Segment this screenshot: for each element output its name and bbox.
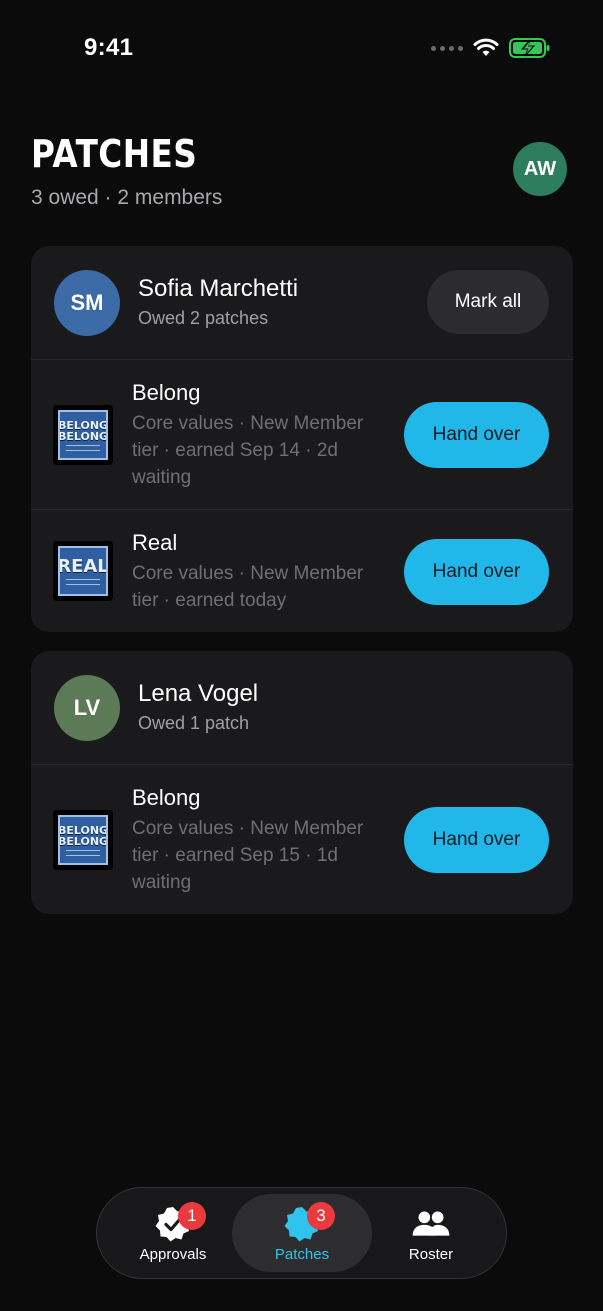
- status-bar: 9:41: [0, 0, 603, 100]
- user-avatar[interactable]: AW: [513, 142, 567, 196]
- patches-screen: 9:41 PATCHES 3 owed · 2 members AW SM So…: [0, 0, 603, 1311]
- patch-name: Belong: [132, 785, 201, 810]
- battery-charging-icon: [509, 38, 550, 58]
- hand-over-button[interactable]: Hand over: [404, 402, 549, 468]
- patch-thumb-text: BELONG: [58, 823, 108, 837]
- status-icons: [431, 37, 551, 59]
- patch-thumb-text: BELONG: [58, 429, 108, 443]
- member-name: Lena Vogel: [138, 680, 259, 707]
- patch-name: Real: [132, 530, 178, 555]
- patch-row: REAL Real Core values · New Member tier …: [31, 510, 573, 631]
- tab-label: Roster: [408, 1246, 454, 1263]
- member-name: Sofia Marchetti: [138, 275, 299, 302]
- member-avatar: LV: [54, 675, 120, 741]
- wifi-icon: [473, 38, 499, 56]
- page-subtitle: 3 owed · 2 members: [31, 186, 223, 209]
- tab-label: Approvals: [139, 1246, 207, 1263]
- member-owed-count: Owed 1 patch: [138, 713, 250, 733]
- hand-over-button[interactable]: Hand over: [404, 807, 549, 873]
- people-icon: [412, 1211, 450, 1236]
- patch-meta: Core values · New Member tier · earned S…: [132, 818, 364, 893]
- patch-thumbnail: REAL: [53, 541, 113, 601]
- tab-label: Patches: [274, 1246, 330, 1263]
- patch-thumb-text: BELONG: [58, 834, 108, 848]
- status-time: 9:41: [84, 34, 134, 61]
- member-card-sofia: SM Sofia Marchetti Owed 2 patches Mark a…: [31, 246, 573, 632]
- member-header: SM Sofia Marchetti Owed 2 patches Mark a…: [31, 246, 573, 360]
- patch-name: Belong: [132, 380, 201, 405]
- tab-bar: 1 Approvals 3 Patches Roster: [96, 1187, 507, 1279]
- patches-count-badge: 3: [307, 1202, 335, 1230]
- tab-patches[interactable]: 3 Patches: [232, 1194, 372, 1272]
- tab-approvals[interactable]: 1 Approvals: [103, 1194, 243, 1272]
- patch-row: BELONG BELONG Belong Core values · New M…: [31, 765, 573, 914]
- member-card-lena: LV Lena Vogel Owed 1 patch BELONG BELONG…: [31, 651, 573, 914]
- patch-thumbnail: BELONG BELONG: [53, 405, 113, 465]
- patch-row: BELONG BELONG Belong Core values · New M…: [31, 360, 573, 510]
- member-owed-count: Owed 2 patches: [138, 308, 269, 328]
- hand-over-button[interactable]: Hand over: [404, 539, 549, 605]
- member-header: LV Lena Vogel Owed 1 patch: [31, 651, 573, 765]
- approvals-count-badge: 1: [178, 1202, 206, 1230]
- patch-thumbnail: BELONG BELONG: [53, 810, 113, 870]
- mark-all-button[interactable]: Mark all: [427, 270, 549, 334]
- signal-dots-icon: [431, 45, 463, 51]
- patch-thumb-text: REAL: [58, 555, 108, 577]
- patch-meta: Core values · New Member tier · earned S…: [132, 413, 364, 488]
- member-avatar: SM: [54, 270, 120, 336]
- patch-meta: Core values · New Member tier · earned t…: [132, 563, 364, 611]
- patch-thumb-text: BELONG: [58, 418, 108, 432]
- tab-roster[interactable]: Roster: [361, 1194, 501, 1272]
- page-title: PATCHES: [31, 132, 198, 176]
